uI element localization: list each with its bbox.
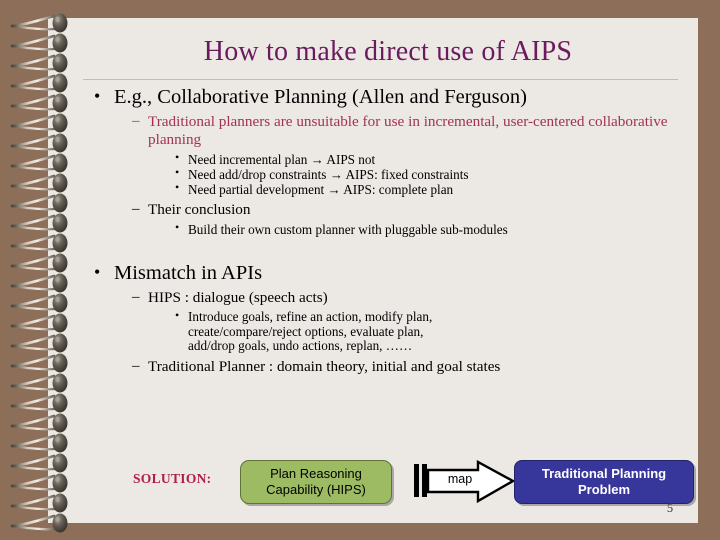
plan-reasoning-capability-box[interactable]: Plan Reasoning Capability (HIPS) bbox=[240, 460, 392, 504]
outline-point-text: Need add/drop constraints → AIPS: fixed … bbox=[188, 166, 469, 182]
outline-point-text: Build their own custom planner with plug… bbox=[188, 222, 508, 238]
sub-bullet-glyph-icon: • bbox=[175, 180, 180, 195]
outline-item-1-sub-1: – Traditional planners are unsuitable fo… bbox=[48, 113, 698, 147]
outline-item-1-sub-2-text: Their conclusion bbox=[148, 201, 251, 219]
slide-body: • E.g., Collaborative Planning (Allen an… bbox=[48, 86, 698, 446]
outline-point-text: Need incremental plan → AIPS not bbox=[188, 151, 376, 167]
page-title: How to make direct use of AIPS bbox=[203, 36, 573, 67]
outline-item-1-sub-1-text: Traditional planners are unsuitable for … bbox=[148, 113, 668, 148]
outline-point-text: Introduce goals, refine an action, modif… bbox=[188, 309, 433, 325]
outline-point-text: add/drop goals, undo actions, replan, …… bbox=[188, 338, 413, 354]
outline-item-1-text: E.g., Collaborative Planning (Allen and … bbox=[114, 86, 527, 108]
sub-bullet-glyph-icon: • bbox=[175, 164, 180, 179]
dash-glyph-icon: – bbox=[132, 288, 140, 305]
outline-point-text: create/compare/reject options, evaluate … bbox=[188, 323, 424, 339]
outline-item-2-text: Mismatch in APIs bbox=[114, 261, 263, 284]
page-number: 5 bbox=[666, 501, 674, 515]
green-box-line-2: Capability (HIPS) bbox=[266, 482, 366, 497]
blue-box-text: Traditional Planning Problem bbox=[542, 466, 666, 498]
outline-point: • Need incremental plan → AIPS not bbox=[48, 149, 698, 167]
title-divider bbox=[83, 79, 678, 80]
solution-diagram: SOLUTION: Plan Reasoning Capability (HIP… bbox=[48, 458, 698, 520]
bullet-glyph-icon: • bbox=[94, 261, 101, 282]
sub-bullet-glyph-icon: • bbox=[175, 149, 180, 164]
outline-item-1-sub-2: – Their conclusion bbox=[48, 201, 698, 218]
dash-glyph-icon: – bbox=[132, 357, 140, 374]
outline-item-2-sub-2-text: Traditional Planner : domain theory, ini… bbox=[148, 357, 501, 375]
outline-point: • Need add/drop constraints → AIPS: fixe… bbox=[48, 164, 698, 182]
sub-bullet-glyph-icon: • bbox=[175, 220, 180, 235]
bullet-glyph-icon: • bbox=[94, 86, 101, 106]
outline-item-2-sub-1: – HIPS : dialogue (speech acts) bbox=[48, 289, 698, 306]
outline-point: • Introduce goals, refine an action, mod… bbox=[48, 308, 698, 325]
traditional-planning-problem-box[interactable]: Traditional Planning Problem bbox=[514, 460, 694, 504]
slide-canvas: How to make direct use of AIPS • E.g., C… bbox=[0, 0, 720, 540]
outline-item-1: • E.g., Collaborative Planning (Allen an… bbox=[48, 86, 698, 109]
outline-item-2: • Mismatch in APIs bbox=[48, 262, 698, 285]
green-box-text: Plan Reasoning Capability (HIPS) bbox=[266, 466, 366, 498]
outline-point-continuation: create/compare/reject options, evaluate … bbox=[48, 323, 698, 340]
outline-point: • Build their own custom planner with pl… bbox=[48, 220, 698, 238]
outline-point-text: Need partial development → AIPS: complet… bbox=[188, 182, 454, 198]
dash-glyph-icon: – bbox=[132, 113, 140, 130]
solution-label: SOLUTION: bbox=[133, 471, 212, 486]
map-arrow-label: map bbox=[447, 472, 473, 486]
slide-page: How to make direct use of AIPS • E.g., C… bbox=[48, 18, 698, 523]
blue-box-line-1: Traditional Planning bbox=[541, 466, 667, 482]
outline-item-2-sub-2: – Traditional Planner : domain theory, i… bbox=[48, 358, 698, 375]
outline-item-2-sub-1-text: HIPS : dialogue (speech acts) bbox=[148, 288, 328, 306]
sub-bullet-glyph-icon: • bbox=[175, 308, 180, 323]
outline-point-continuation: add/drop goals, undo actions, replan, …… bbox=[48, 338, 698, 354]
dash-glyph-icon: – bbox=[132, 201, 140, 218]
green-box-line-1: Plan Reasoning bbox=[270, 466, 362, 482]
blue-box-line-2: Problem bbox=[577, 482, 630, 497]
outline-point: • Need partial development → AIPS: compl… bbox=[48, 180, 698, 198]
